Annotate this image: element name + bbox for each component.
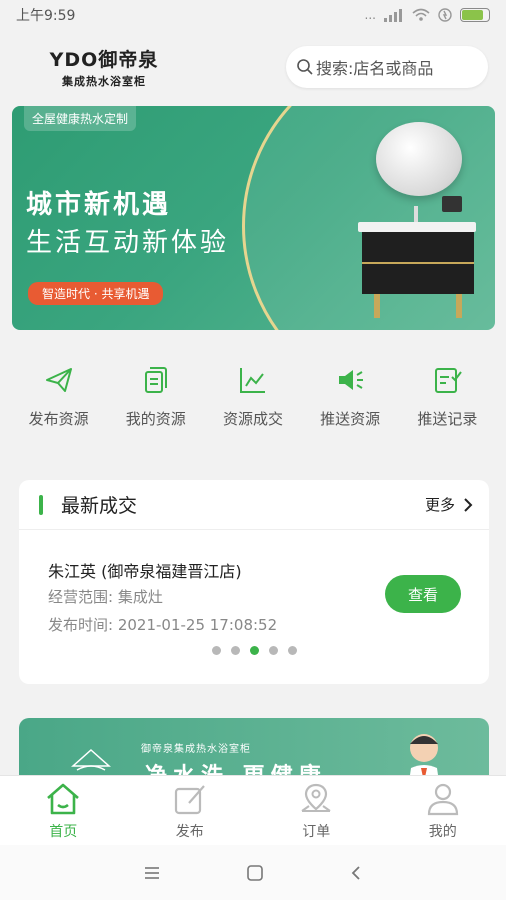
more-link[interactable]: 更多 <box>425 494 473 515</box>
menu-icon[interactable] <box>143 866 161 880</box>
cabinet-leg <box>456 294 462 318</box>
home-icon <box>47 783 80 814</box>
faucet-image <box>414 206 418 222</box>
logo-title: YDO御帝泉 <box>49 49 159 71</box>
status-bar: 上午9:59 ... <box>0 0 506 30</box>
edit-record-icon <box>435 368 463 393</box>
action-publish-resource[interactable]: 发布资源 <box>14 364 104 444</box>
signal-icon <box>384 9 402 22</box>
megaphone-icon <box>339 370 364 390</box>
alarm-icon <box>438 8 452 22</box>
card-title: 最新成交 <box>61 495 138 517</box>
search-placeholder: 搜索:店名或商品 <box>316 59 434 78</box>
control-panel-image <box>442 196 462 212</box>
action-label: 发布资源 <box>28 410 89 428</box>
carousel-dots <box>19 646 489 655</box>
banner-subtitle: 生活互动新体验 <box>26 228 230 258</box>
action-label: 我的资源 <box>125 410 186 428</box>
card-accent-bar <box>39 494 43 515</box>
deal-name: 朱江英 (御帝泉福建晋江店) <box>48 562 242 581</box>
bottom-tab-bar: 首页 发布 订单 我的 <box>0 775 506 845</box>
card-header: 最新成交 更多 <box>19 480 489 530</box>
tab-label: 发布 <box>175 823 204 840</box>
signal-dots: ... <box>364 8 376 22</box>
tab-profile[interactable]: 我的 <box>393 781 493 841</box>
banner-tag: 全屋健康热水定制 <box>24 106 137 131</box>
view-button[interactable]: 查看 <box>385 575 461 613</box>
more-label: 更多 <box>424 496 455 514</box>
action-push-records[interactable]: 推送记录 <box>402 364 492 444</box>
banner-title: 城市新机遇 <box>26 190 172 220</box>
tab-label: 我的 <box>428 823 457 840</box>
cabinet-leg <box>374 294 380 318</box>
document-icon <box>144 367 167 393</box>
promo-banner[interactable]: 全屋健康热水定制 城市新机遇 生活互动新体验 智造时代 · 共享机遇 <box>12 106 495 330</box>
action-label: 推送记录 <box>417 410 478 428</box>
status-icons: ... <box>365 8 490 22</box>
tab-label: 订单 <box>302 823 331 840</box>
promo-small-text: 御帝泉集成热水浴室柜 <box>141 744 251 755</box>
basin-image <box>358 222 476 232</box>
carousel-dot[interactable] <box>268 646 278 655</box>
tab-orders[interactable]: 订单 <box>266 781 366 841</box>
quick-actions: 发布资源 我的资源 资源成交 推送资源 推送记录 <box>0 364 506 444</box>
back-icon[interactable] <box>349 864 363 882</box>
promo-logo-icon <box>71 748 111 771</box>
deal-scope: 经营范围: 集成灶 <box>48 588 163 606</box>
latest-deals-card: 最新成交 更多 朱江英 (御帝泉福建晋江店) 经营范围: 集成灶 发布时间: 2… <box>19 480 489 684</box>
deal-time: 发布时间: 2021-01-25 17:08:52 <box>48 616 278 634</box>
battery-icon <box>460 8 490 22</box>
carousel-dot[interactable] <box>287 646 297 655</box>
action-my-resources[interactable]: 我的资源 <box>111 364 201 444</box>
action-label: 推送资源 <box>320 410 381 428</box>
cabinet-trim <box>362 262 474 264</box>
publish-icon <box>174 784 205 814</box>
location-icon <box>301 783 331 812</box>
battery-fill <box>462 10 483 20</box>
header: YDO御帝泉 集成热水浴室柜 搜索:店名或商品 <box>0 44 506 90</box>
action-resource-deals[interactable]: 资源成交 <box>208 364 298 444</box>
status-time: 上午9:59 <box>16 8 76 24</box>
action-push-resource[interactable]: 推送资源 <box>305 364 395 444</box>
home-square-icon[interactable] <box>246 864 264 882</box>
tab-publish[interactable]: 发布 <box>140 781 240 841</box>
logo-subtitle: 集成热水浴室柜 <box>62 75 146 88</box>
send-icon <box>45 368 72 392</box>
search-icon <box>297 59 313 75</box>
chart-icon <box>239 368 265 393</box>
user-icon <box>427 783 458 815</box>
tab-home[interactable]: 首页 <box>13 781 113 841</box>
brand-logo: YDO御帝泉 集成热水浴室柜 <box>18 46 190 88</box>
carousel-dot[interactable] <box>249 646 259 655</box>
mirror-image <box>376 122 462 196</box>
search-input[interactable]: 搜索:店名或商品 <box>286 46 488 88</box>
chevron-right-icon <box>464 497 473 512</box>
tab-label: 首页 <box>49 823 78 840</box>
action-label: 资源成交 <box>222 410 283 428</box>
banner-pill: 智造时代 · 共享机遇 <box>28 282 164 305</box>
carousel-dot[interactable] <box>211 646 221 655</box>
system-nav-bar <box>0 845 506 900</box>
carousel-dot[interactable] <box>230 646 240 655</box>
wifi-icon <box>412 8 430 21</box>
